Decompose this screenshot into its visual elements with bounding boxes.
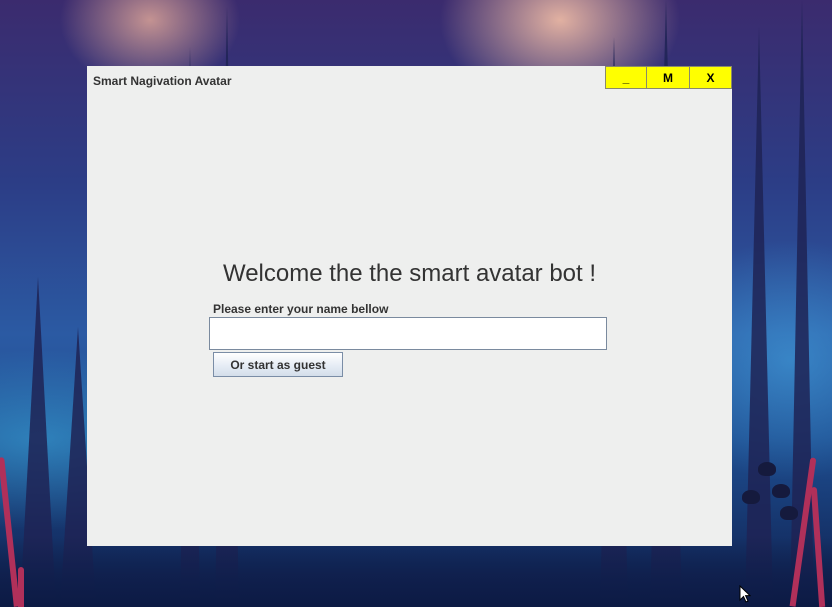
start-as-guest-button[interactable]: Or start as guest <box>213 352 343 377</box>
window-title: Smart Nagivation Avatar <box>93 74 232 88</box>
app-window: Smart Nagivation Avatar _ M X Welcome th… <box>87 66 732 546</box>
minimize-button[interactable]: _ <box>605 66 647 89</box>
name-input[interactable] <box>209 317 607 350</box>
close-button[interactable]: X <box>689 66 732 89</box>
maximize-button[interactable]: M <box>646 66 690 89</box>
mouse-pointer-icon <box>739 585 751 603</box>
welcome-heading: Welcome the the smart avatar bot ! <box>222 260 597 287</box>
name-field-label: Please enter your name bellow <box>213 302 389 316</box>
